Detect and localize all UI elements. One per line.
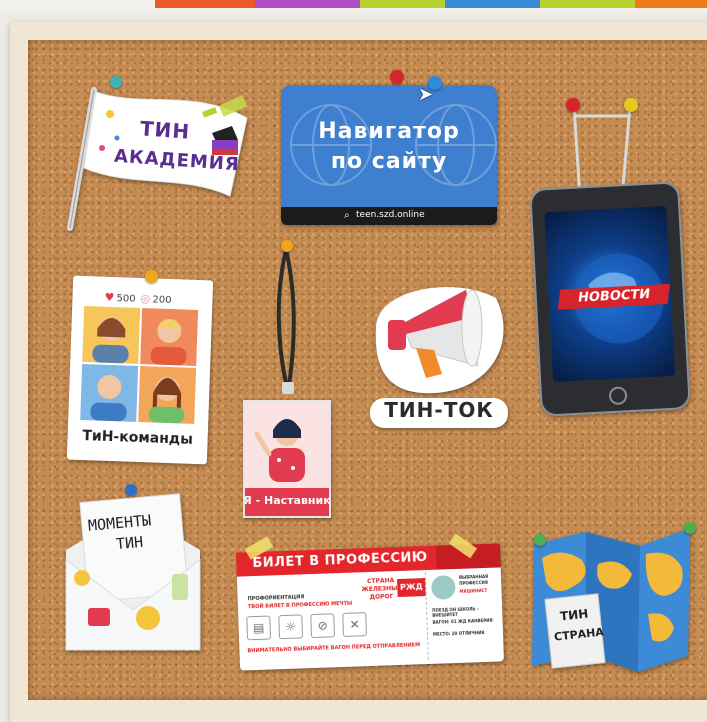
person-icon [150,319,187,366]
pin-teams [145,270,158,283]
pin-map-green [534,534,546,546]
navigator-body: Навигатор по сайту [281,85,497,207]
pin-navigator-red [390,70,404,84]
team-photo-4 [138,366,197,424]
phone-body: НОВОСТИ [529,181,691,417]
phone-home-button[interactable] [608,386,628,406]
teams-followers: 200 [152,294,172,307]
team-photo-3 [80,363,139,422]
pin-academy [110,76,122,88]
pin-moments [125,484,137,496]
tools-icon: ✕ [342,612,368,637]
megaphone-icon [375,287,504,394]
teams-likes: 500 [116,293,136,305]
top-stripe-6 [635,0,707,8]
tin-tok-label: ТИН-ТОК [370,398,508,428]
navigator-url[interactable]: teen.szd.online [356,210,425,220]
top-stripe-3 [360,0,445,8]
rzd-logo: РЖД [397,578,426,598]
lanyard [276,249,296,394]
mentor-label: Я - Наставник [243,494,331,507]
moments-line2: ТИН [115,532,144,554]
pin-map-green-right [684,522,696,534]
ticket-header-text: БИЛЕТ В ПРОФЕССИЮ [252,549,428,572]
ticket-brand-3: ДОРОГ [369,593,394,602]
navigator-line2: по сайту [330,149,448,174]
team-photo-1 [82,306,141,364]
tin-tok-sticker[interactable]: ТИН-ТОК [366,268,516,438]
person-icon [90,374,127,422]
ticket-right-head3: МАШИНИСТ [459,587,488,594]
ticket-brand-1: СТРАНА [366,577,395,586]
heart-icon: ♥ [104,290,115,305]
top-stripe-2 [255,0,360,8]
cursor-icon: ➤ [418,84,434,105]
academy-line1: ТИН [139,116,191,144]
pin-mentor [281,240,293,252]
pin-news-red [566,98,580,112]
clipboard-icon: ▤ [246,615,272,641]
country-map[interactable]: ТИН СТРАНА [528,524,696,674]
ticket-icons: ▤ ☼ ⊘ ✕ [246,611,387,642]
news-phone[interactable]: НОВОСТИ [529,181,691,417]
navigator-footer: ⌕ teen.szd.online [281,207,497,225]
navigator-line1: Навигатор [318,119,460,144]
top-stripe-1 [155,0,255,8]
person-icon [148,376,185,424]
top-stripe-4 [445,0,540,8]
compass-icon: ⊘ [310,613,336,639]
ticket-card[interactable]: БИЛЕТ В ПРОФЕССИЮ СТРАНА ЖЕЛЕЗНЫХ ДОРОГ … [236,543,504,671]
person-icon [92,316,129,364]
ticket-brand-2: ЖЕЛЕЗНЫХ [361,584,403,594]
friends-icon: ◎ [140,291,151,306]
navigator-card[interactable]: Навигатор по сайту ⌕ teen.szd.online [281,85,497,225]
top-bar [0,0,707,12]
ticket-right-head1: ВЫБРАННАЯ [458,573,489,580]
lightbulb-icon: ☼ [278,614,304,640]
search-icon: ⌕ [344,210,350,221]
ticket-right-head2: ПРОФЕССИЯ [459,579,488,586]
globe-icon [290,104,497,186]
mentor-person-icon [254,419,305,482]
teams-card[interactable]: ♥ 500 ◎ 200 ТиН-команды [66,275,214,465]
top-stripe-5 [540,0,635,8]
pin-news-yellow [624,98,638,112]
mentor-badge[interactable]: Я - Наставник [243,400,331,518]
team-photo-2 [140,308,199,366]
academy-flag[interactable]: ТИН АКАДЕМИЯ [62,78,252,238]
country-line1: ТИН [559,606,589,624]
moments-envelope[interactable]: МОМЕНТЫ ТИН [58,490,208,658]
